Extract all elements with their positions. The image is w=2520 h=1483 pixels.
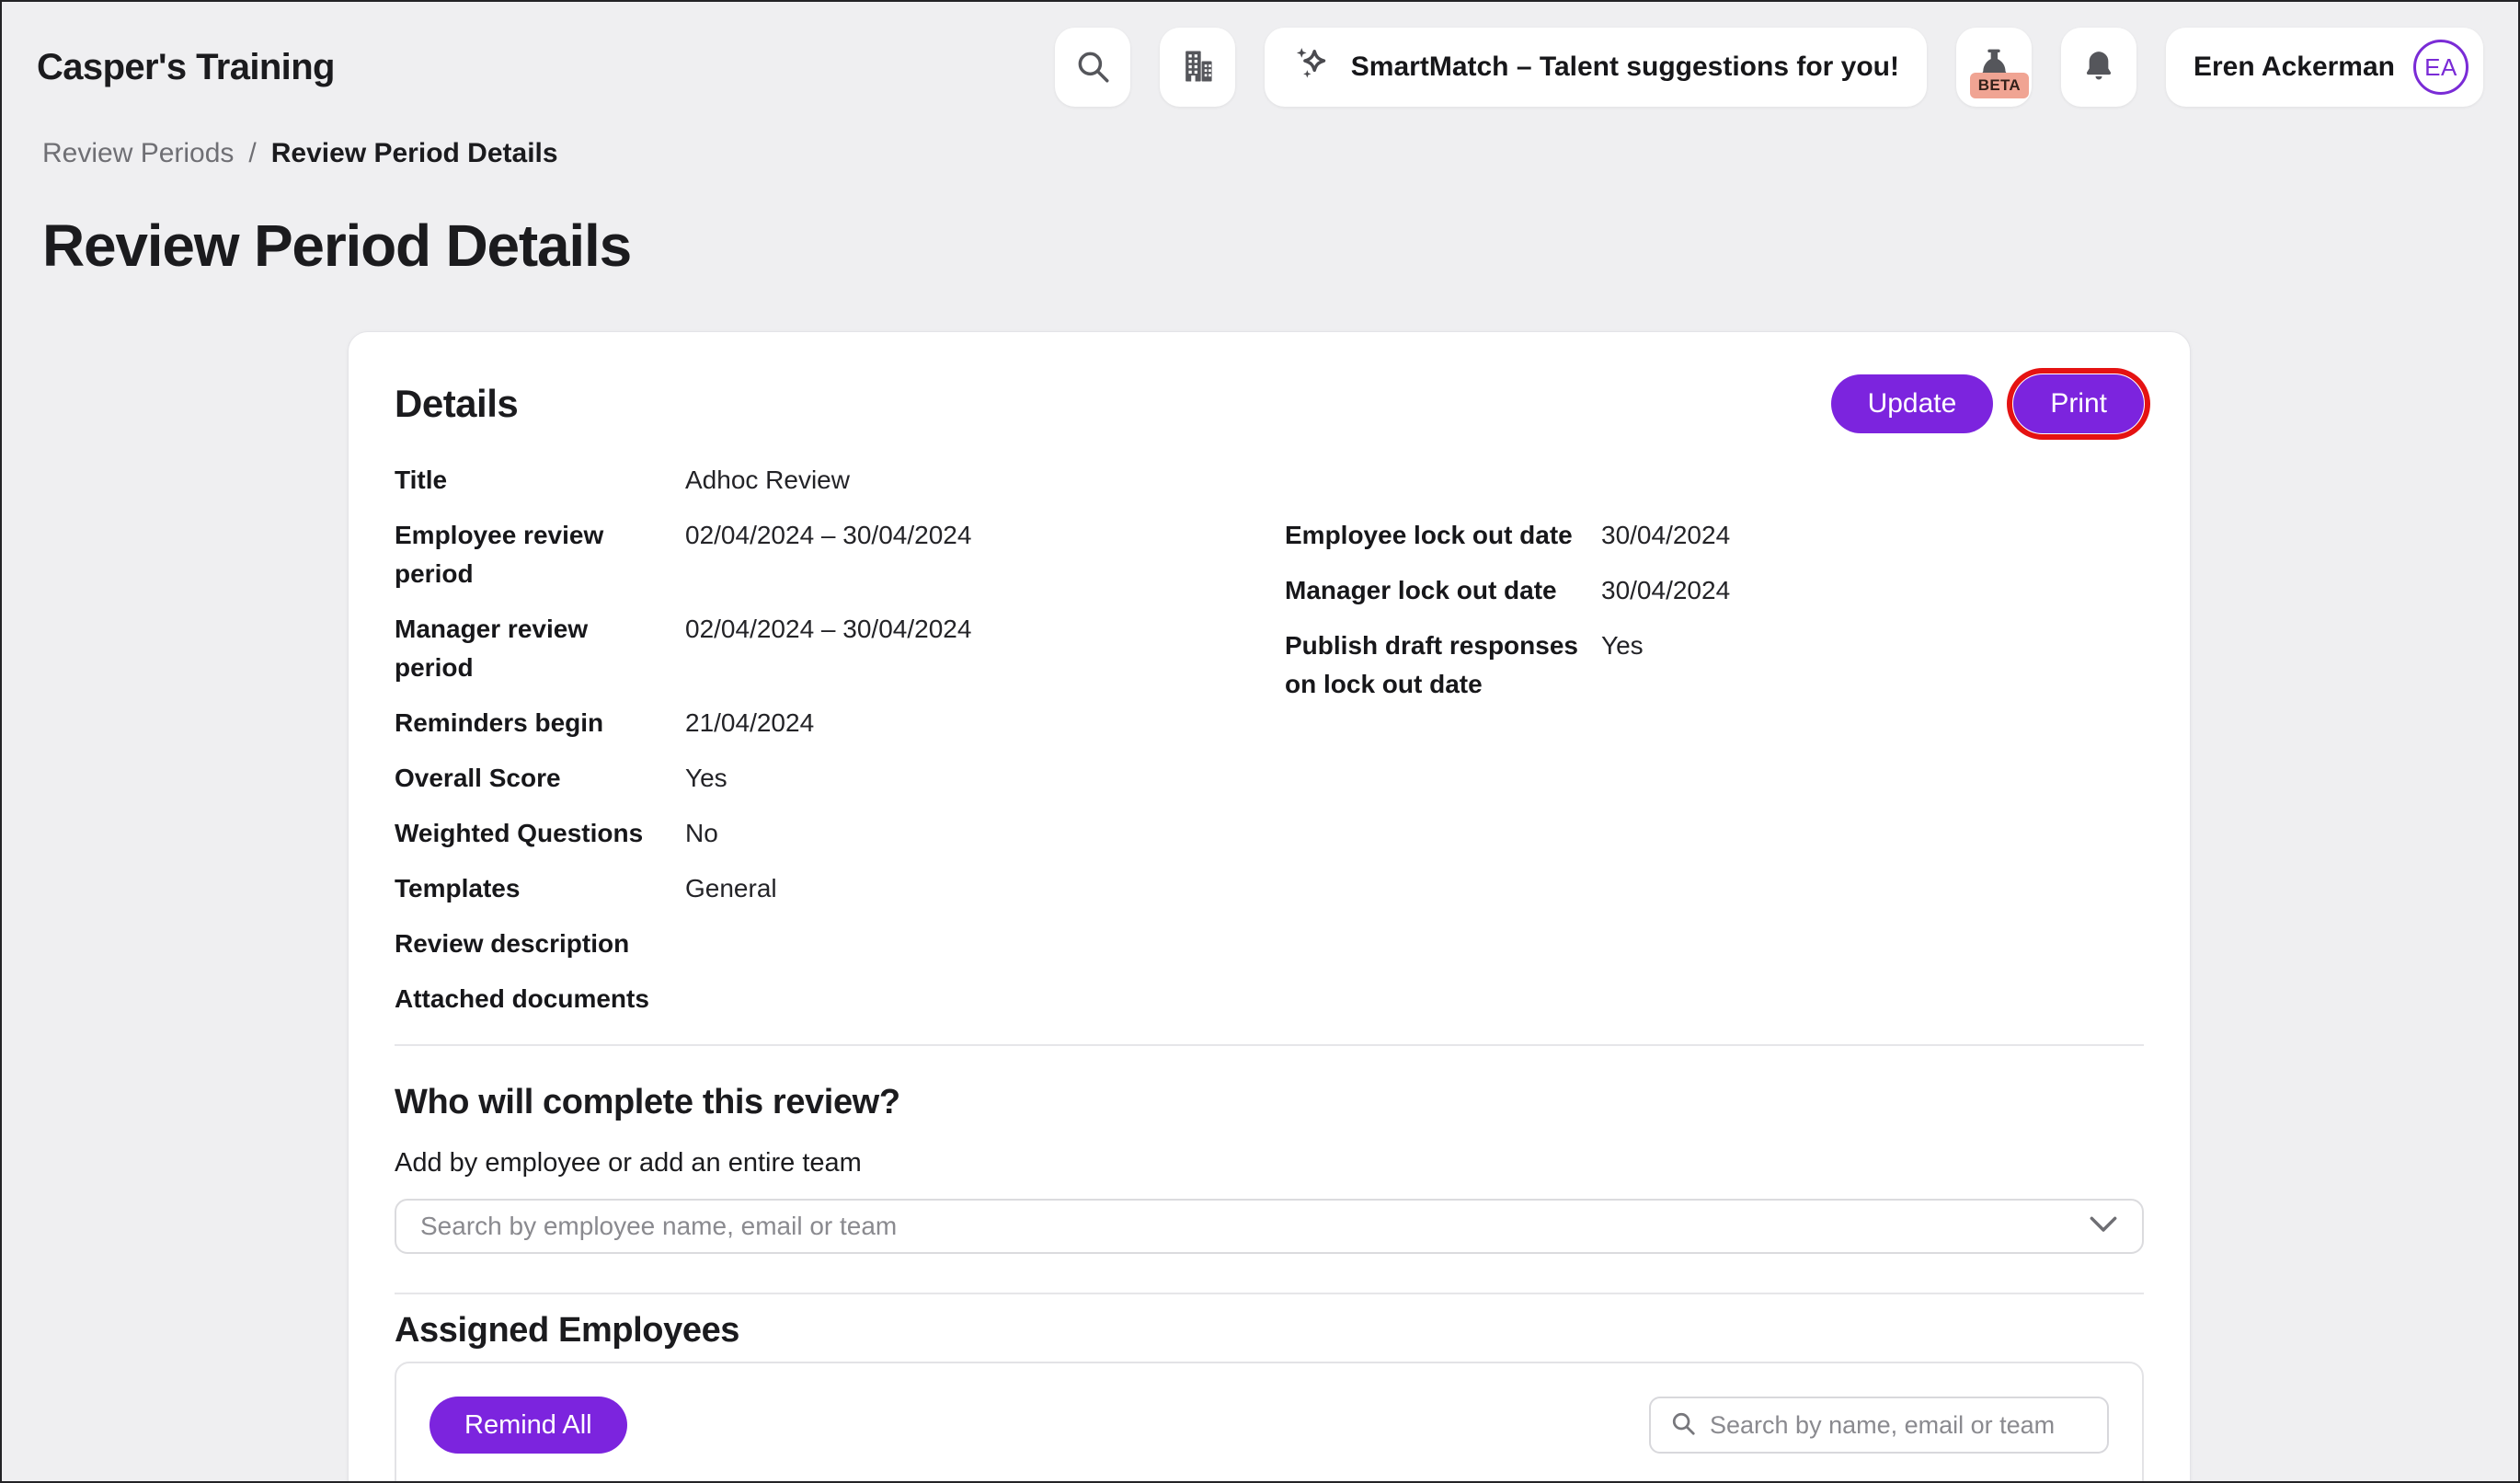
smartmatch-button[interactable]: SmartMatch – Talent suggestions for you! bbox=[1265, 28, 1927, 107]
field-review-description: Review description bbox=[395, 925, 1277, 963]
labs-beta-button[interactable]: BETA bbox=[1956, 28, 2032, 107]
details-actions: Update Print bbox=[1831, 374, 2144, 433]
field-attached-documents: Attached documents bbox=[395, 980, 1277, 1018]
field-employee-lock-out-date: Employee lock out date 30/04/2024 bbox=[1285, 516, 2113, 555]
header-actions: SmartMatch – Talent suggestions for you!… bbox=[1055, 28, 2483, 107]
avatar: EA bbox=[2413, 40, 2468, 95]
field-overall-score: Overall Score Yes bbox=[395, 759, 1277, 798]
breadcrumb-separator: / bbox=[248, 138, 256, 169]
breadcrumb-current: Review Period Details bbox=[271, 138, 558, 169]
beta-badge: BETA bbox=[1970, 73, 2029, 98]
breadcrumb-review-periods[interactable]: Review Periods bbox=[42, 138, 234, 169]
field-templates: Templates General bbox=[395, 869, 1277, 908]
bell-icon bbox=[2080, 48, 2117, 87]
search-button[interactable] bbox=[1055, 28, 1130, 107]
assigned-search-input[interactable] bbox=[1710, 1411, 2089, 1440]
select-placeholder: Search by employee name, email or team bbox=[420, 1212, 897, 1241]
field-manager-review-period: Manager review period 02/04/2024 – 30/04… bbox=[395, 610, 1277, 687]
update-button[interactable]: Update bbox=[1831, 374, 1994, 433]
section-divider bbox=[395, 1293, 2144, 1294]
search-icon bbox=[1073, 47, 1112, 88]
field-weighted-questions: Weighted Questions No bbox=[395, 814, 1277, 853]
who-subtext: Add by employee or add an entire team bbox=[395, 1148, 2144, 1178]
company-switcher-button[interactable] bbox=[1160, 28, 1235, 107]
search-icon bbox=[1669, 1409, 1697, 1442]
building-icon bbox=[1177, 46, 1218, 89]
field-manager-lock-out-date: Manager lock out date 30/04/2024 bbox=[1285, 571, 2113, 610]
breadcrumb: Review Periods / Review Period Details bbox=[42, 138, 2518, 169]
user-menu[interactable]: Eren Ackerman EA bbox=[2166, 28, 2483, 107]
field-employee-review-period: Employee review period 02/04/2024 – 30/0… bbox=[395, 516, 1277, 593]
chevron-down-icon bbox=[2089, 1215, 2118, 1238]
assigned-employees-panel: Remind All bbox=[395, 1362, 2144, 1483]
field-publish-draft-responses: Publish draft responses on lock out date… bbox=[1285, 627, 2113, 704]
field-reminders-begin: Reminders begin 21/04/2024 bbox=[395, 704, 1277, 742]
employee-team-select[interactable]: Search by employee name, email or team bbox=[395, 1199, 2144, 1254]
section-divider bbox=[395, 1044, 2144, 1046]
top-bar: Casper's Training bbox=[2, 2, 2518, 107]
who-heading: Who will complete this review? bbox=[395, 1083, 2144, 1122]
notifications-button[interactable] bbox=[2061, 28, 2136, 107]
app-window: Casper's Training bbox=[0, 0, 2520, 1483]
assigned-heading: Assigned Employees bbox=[395, 1311, 2144, 1351]
company-logo: Casper's Training bbox=[37, 47, 335, 88]
print-button[interactable]: Print bbox=[2013, 374, 2144, 433]
smartmatch-label: SmartMatch – Talent suggestions for you! bbox=[1351, 52, 1899, 83]
user-name: Eren Ackerman bbox=[2194, 52, 2395, 83]
details-fields: Title Adhoc Review Employee review perio… bbox=[395, 461, 2144, 1018]
details-heading: Details bbox=[395, 382, 518, 426]
sparkle-icon bbox=[1292, 43, 1333, 91]
remind-all-button[interactable]: Remind All bbox=[430, 1397, 627, 1454]
assigned-search[interactable] bbox=[1649, 1397, 2109, 1454]
page-title: Review Period Details bbox=[42, 212, 2518, 280]
details-card: Details Update Print Title Adhoc Review … bbox=[348, 331, 2191, 1483]
field-title: Title Adhoc Review bbox=[395, 461, 1277, 500]
